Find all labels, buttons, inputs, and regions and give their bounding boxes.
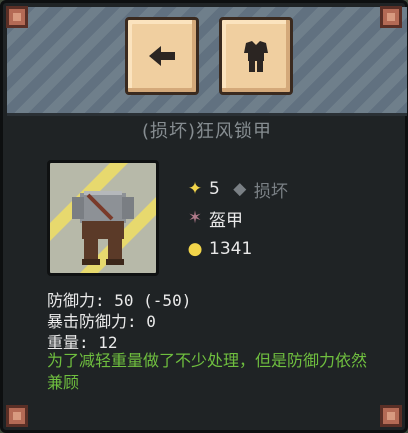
left-arrow-icon <box>149 46 175 66</box>
back-button[interactable] <box>125 17 199 95</box>
star-icon: ✦ <box>187 179 203 199</box>
price-row: ● 1341 <box>185 237 253 261</box>
armor-icon <box>244 41 268 72</box>
diamond-icon: ◆ <box>233 179 247 199</box>
corner-bolt <box>380 405 402 427</box>
panel-header <box>7 7 407 116</box>
level-value: 5 <box>209 179 220 199</box>
level-row: ✦ 5 ◆ 损坏 <box>185 177 288 202</box>
item-title: (损坏)狂风锁甲 <box>141 121 273 142</box>
item-detail-panel: (损坏)狂风锁甲 ✦ 5 ◆ 损坏 ✶ 盔甲 ● 1341 防御力: 50 (-… <box>0 0 408 433</box>
chainmail-armor-icon <box>50 163 156 273</box>
corner-bolt <box>6 6 28 28</box>
item-description: 为了减轻重量做了不少处理，但是防御力依然兼顾 <box>47 351 368 392</box>
type-row: ✶ 盔甲 <box>185 206 243 231</box>
corner-bolt <box>6 405 28 427</box>
corner-bolt <box>380 6 402 28</box>
type-value: 盔甲 <box>209 210 243 231</box>
condition-value: 损坏 <box>253 181 288 202</box>
gold-coin-icon: ● <box>187 239 203 259</box>
crossed-weapons-icon: ✶ <box>187 208 203 228</box>
armor-tab-button[interactable] <box>219 17 293 95</box>
item-icon-frame <box>47 160 159 276</box>
price-value: 1341 <box>209 239 253 259</box>
